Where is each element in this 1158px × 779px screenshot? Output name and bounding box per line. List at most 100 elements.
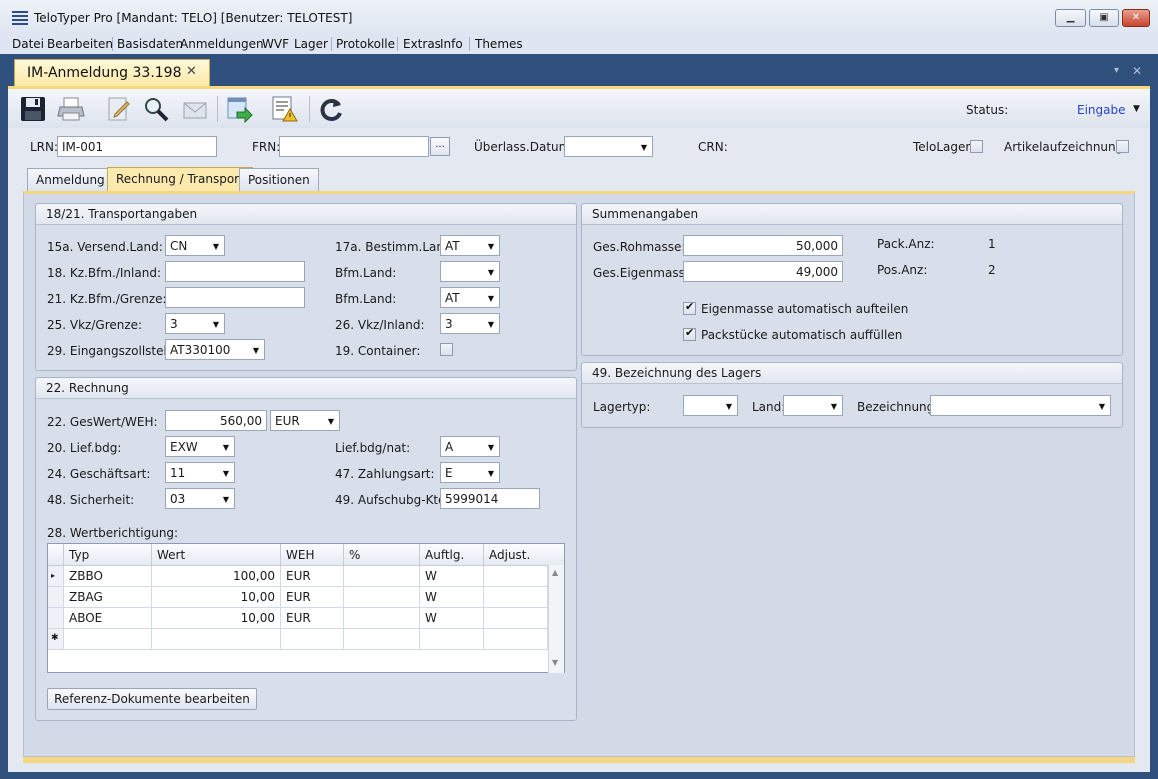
grid-header-wert[interactable]: Wert <box>152 544 281 566</box>
edit-icon[interactable] <box>104 94 134 124</box>
close-tab-icon[interactable]: ✕ <box>186 64 197 79</box>
bestimm-land-select[interactable]: AT ▼ <box>440 235 500 256</box>
grid-header-auftlg[interactable]: Auftlg. <box>420 544 484 566</box>
row-selector[interactable] <box>48 587 64 608</box>
menu-basisdaten[interactable]: Basisdaten <box>117 37 183 51</box>
new-row-icon[interactable]: ✱ <box>48 629 64 650</box>
menu-anmeldungen[interactable]: Anmeldungen <box>180 37 264 51</box>
send-icon[interactable] <box>224 94 254 124</box>
menu-wvf[interactable]: WVF <box>262 37 289 51</box>
eigenmasse-auto-checkbox[interactable] <box>683 300 696 315</box>
container-checkbox[interactable] <box>440 343 453 356</box>
geswert-currency-select[interactable]: EUR ▼ <box>270 410 340 431</box>
bfm-land-grenze-select[interactable]: AT ▼ <box>440 287 500 308</box>
bfm-land-inland-select[interactable]: ▼ <box>440 261 500 282</box>
row-selector[interactable] <box>48 608 64 629</box>
warning-document-icon[interactable] <box>269 94 299 124</box>
grid-header-weh[interactable]: WEH <box>281 544 344 566</box>
new-row-cell[interactable] <box>152 629 281 650</box>
new-row-cell[interactable] <box>64 629 152 650</box>
kzbfm-inland-input[interactable] <box>165 261 305 282</box>
tab-positionen[interactable]: Positionen <box>239 168 319 191</box>
close-document-icon[interactable]: ✕ <box>1132 64 1142 78</box>
cell-adjust[interactable] <box>484 608 548 629</box>
grid-header-adjust[interactable]: Adjust. <box>484 544 564 566</box>
menu-protokolle[interactable]: Protokolle <box>336 37 395 51</box>
cell-wert[interactable]: 10,00 <box>152 608 281 629</box>
tab-rechnung-transport[interactable]: Rechnung / Transport <box>107 167 253 191</box>
cell-weh[interactable]: EUR <box>281 608 344 629</box>
cell-weh[interactable]: EUR <box>281 566 344 587</box>
lagertyp-select[interactable]: ▼ <box>683 395 738 416</box>
telolager-checkbox[interactable] <box>970 140 983 153</box>
eigenmasse-input[interactable]: 49,000 <box>683 261 843 282</box>
artikelaufzeichnung-checkbox[interactable] <box>1116 140 1129 153</box>
eingangszollstelle-select[interactable]: AT330100 ▼ <box>165 339 265 360</box>
frn-browse-button[interactable]: ... <box>430 137 450 156</box>
status-dropdown-icon[interactable]: ▼ <box>1133 104 1140 114</box>
liefbdg-select[interactable]: EXW ▼ <box>165 436 235 457</box>
lager-land-select[interactable]: ▼ <box>783 395 843 416</box>
cell-auftlg[interactable]: W <box>420 587 484 608</box>
menu-lager[interactable]: Lager <box>294 37 328 51</box>
frn-input[interactable] <box>279 136 429 157</box>
wertberichtigung-grid[interactable]: Typ Wert WEH % Auftlg. Adjust. ▸ ZBBO 10… <box>47 543 565 673</box>
referenz-dokumente-button[interactable]: Referenz-Dokumente bearbeiten <box>47 688 257 710</box>
cell-typ[interactable]: ZBBO <box>64 566 152 587</box>
zahlungsart-select[interactable]: E ▼ <box>440 462 500 483</box>
close-window-button[interactable]: ✕ <box>1122 9 1150 27</box>
minimize-button[interactable]: ▁ <box>1055 9 1086 27</box>
lrn-input[interactable]: IM-001 <box>57 136 217 157</box>
ueberlass-datum-picker[interactable]: ▼ <box>564 136 653 157</box>
grid-header-typ[interactable]: Typ <box>64 544 152 566</box>
cell-auftlg[interactable]: W <box>420 566 484 587</box>
save-icon[interactable] <box>18 94 48 124</box>
rohmasse-input[interactable]: 50,000 <box>683 235 843 256</box>
menu-themes[interactable]: Themes <box>475 37 523 51</box>
bezeichnung-select[interactable]: ▼ <box>930 395 1111 416</box>
cell-typ[interactable]: ZBAG <box>64 587 152 608</box>
menu-info[interactable]: Info <box>440 37 463 51</box>
tab-anmeldung[interactable]: Anmeldung <box>27 168 114 191</box>
print-icon[interactable] <box>56 94 86 124</box>
cell-adjust[interactable] <box>484 566 548 587</box>
new-row-cell[interactable] <box>420 629 484 650</box>
scroll-down-icon[interactable]: ▼ <box>552 658 558 667</box>
cell-percent[interactable] <box>344 587 420 608</box>
new-row-cell[interactable] <box>484 629 548 650</box>
maximize-button[interactable]: ▣ <box>1089 9 1119 27</box>
liefbdg-nat-select[interactable]: A ▼ <box>440 436 500 457</box>
row-selector-icon[interactable]: ▸ <box>48 566 64 587</box>
cell-typ[interactable]: ABOE <box>64 608 152 629</box>
grid-header-percent[interactable]: % <box>344 544 420 566</box>
cell-percent[interactable] <box>344 608 420 629</box>
menu-datei[interactable]: Datei <box>12 37 44 51</box>
status-value[interactable]: Eingabe <box>1077 103 1126 117</box>
cell-weh[interactable]: EUR <box>281 587 344 608</box>
aufschub-input[interactable]: 5999014 <box>440 488 540 509</box>
grid-scrollbar[interactable]: ▲ ▼ <box>548 565 564 673</box>
sicherheit-select[interactable]: 03 ▼ <box>165 488 235 509</box>
versend-land-select[interactable]: CN ▼ <box>165 235 225 256</box>
mail-icon[interactable] <box>180 94 210 124</box>
kzbfm-grenze-input[interactable] <box>165 287 305 308</box>
menu-extras[interactable]: Extras <box>403 37 441 51</box>
new-row-cell[interactable] <box>344 629 420 650</box>
cell-adjust[interactable] <box>484 587 548 608</box>
cell-auftlg[interactable]: W <box>420 608 484 629</box>
geschaeftsart-select[interactable]: 11 ▼ <box>165 462 235 483</box>
vkz-grenze-select[interactable]: 3 ▼ <box>165 313 225 334</box>
menu-bearbeiten[interactable]: Bearbeiten <box>47 37 113 51</box>
search-icon[interactable] <box>141 94 171 124</box>
cell-percent[interactable] <box>344 566 420 587</box>
scroll-up-icon[interactable]: ▲ <box>552 568 558 577</box>
cell-wert[interactable]: 10,00 <box>152 587 281 608</box>
geswert-input[interactable]: 560,00 <box>165 410 267 431</box>
vkz-inland-select[interactable]: 3 ▼ <box>440 313 500 334</box>
cell-wert[interactable]: 100,00 <box>152 566 281 587</box>
refresh-icon[interactable] <box>316 94 346 124</box>
packstuecke-auto-checkbox[interactable] <box>683 326 696 341</box>
tab-list-dropdown-icon[interactable]: ▾ <box>1114 65 1119 76</box>
new-row-cell[interactable] <box>281 629 344 650</box>
document-tab[interactable]: IM-Anmeldung 33.198 <box>14 59 210 86</box>
